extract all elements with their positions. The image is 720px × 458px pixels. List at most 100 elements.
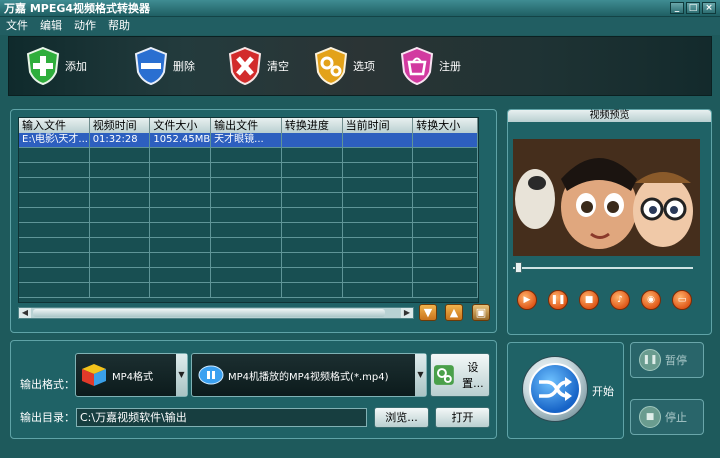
profile-icon: [198, 365, 224, 385]
chevron-down-icon[interactable]: ▼: [415, 354, 426, 396]
empty-cell: [150, 283, 212, 297]
scroll-left-icon[interactable]: ◀: [19, 308, 31, 318]
pause-button[interactable]: ❚❚ 暂停: [630, 342, 704, 378]
empty-cell: [150, 268, 212, 282]
empty-cell: [282, 148, 343, 162]
settings-label: 设置...: [462, 361, 484, 390]
empty-cell: [413, 208, 478, 222]
maximize-button[interactable]: □: [686, 2, 700, 14]
cell-current-time: [343, 133, 414, 147]
table-header: 输入文件 视频时间 文件大小 输出文件 转换进度 当前时间 转换大小: [19, 118, 478, 133]
empty-cell: [343, 178, 414, 192]
empty-cell: [282, 178, 343, 192]
format-select[interactable]: MP4格式 ▼: [75, 353, 188, 397]
col-input-file[interactable]: 输入文件: [19, 118, 90, 133]
pause-icon[interactable]: ❚❚: [548, 290, 568, 310]
seek-track[interactable]: [513, 267, 693, 269]
minimize-button[interactable]: _: [670, 2, 684, 14]
col-video-time[interactable]: 视频时间: [90, 118, 151, 133]
volume-icon[interactable]: ♪: [610, 290, 630, 310]
col-progress[interactable]: 转换进度: [282, 118, 343, 133]
scroll-thumb[interactable]: [33, 309, 385, 317]
options-label: 选项: [353, 60, 375, 73]
empty-table-row: [19, 283, 478, 298]
chevron-down-icon[interactable]: ▼: [176, 354, 187, 396]
empty-cell: [150, 238, 212, 252]
empty-cell: [90, 208, 151, 222]
table-row[interactable]: E:\电影\天才... 01:32:28 1052.45MB 天才眼镜...: [19, 133, 478, 148]
play-icon[interactable]: ▶: [517, 290, 537, 310]
empty-cell: [19, 268, 90, 282]
empty-cell: [211, 253, 282, 267]
start-button[interactable]: [522, 356, 588, 422]
empty-cell: [343, 253, 414, 267]
menu-file[interactable]: 文件: [6, 17, 28, 35]
move-up-button[interactable]: ▲: [445, 304, 463, 321]
menu-edit[interactable]: 编辑: [40, 17, 62, 35]
empty-cell: [211, 193, 282, 207]
stop-icon[interactable]: ■: [579, 290, 599, 310]
format-value: MP4格式: [112, 371, 154, 383]
add-button[interactable]: 添加: [25, 46, 133, 86]
empty-cell: [413, 238, 478, 252]
delete-button[interactable]: 删除: [133, 46, 227, 86]
options-button[interactable]: 选项: [313, 46, 399, 86]
col-converted-size[interactable]: 转换大小: [413, 118, 478, 133]
seek-handle[interactable]: [515, 262, 522, 273]
scroll-right-icon[interactable]: ▶: [401, 308, 413, 318]
settings-button[interactable]: 设置...: [430, 353, 490, 397]
empty-cell: [343, 163, 414, 177]
cell-output-file: 天才眼镜...: [211, 133, 282, 147]
clear-shield-icon: [228, 46, 262, 86]
empty-cell: [413, 283, 478, 297]
file-list-panel: 输入文件 视频时间 文件大小 输出文件 转换进度 当前时间 转换大小 E:\电影…: [10, 109, 497, 333]
register-button[interactable]: 注册: [399, 46, 489, 86]
profile-select[interactable]: MP4机播放的MP4视频格式(*.mp4) ▼: [191, 353, 427, 397]
empty-cell: [150, 193, 212, 207]
empty-cell: [282, 253, 343, 267]
clear-button[interactable]: 清空: [227, 46, 313, 86]
empty-cell: [19, 238, 90, 252]
empty-cell: [90, 253, 151, 267]
empty-cell: [413, 268, 478, 282]
preview-panel: 视频预览 ▶ ❚❚ ■ ♪ ◉ ▭: [507, 109, 712, 335]
empty-cell: [150, 208, 212, 222]
menu-action[interactable]: 动作: [74, 17, 96, 35]
open-button[interactable]: 打开: [435, 407, 490, 428]
empty-cell: [211, 268, 282, 282]
remove-shield-icon: [134, 46, 168, 86]
menu-help[interactable]: 帮助: [108, 17, 130, 35]
browse-button[interactable]: 浏览...: [374, 407, 429, 428]
col-output-file[interactable]: 输出文件: [211, 118, 282, 133]
stop-button[interactable]: ■ 停止: [630, 399, 704, 435]
horizontal-scrollbar[interactable]: ◀ ▶: [18, 307, 414, 319]
close-button[interactable]: ×: [702, 2, 716, 14]
empty-cell: [282, 163, 343, 177]
empty-cell: [90, 268, 151, 282]
empty-cell: [150, 178, 212, 192]
open-file-button[interactable]: ▣: [472, 304, 490, 321]
col-current-time[interactable]: 当前时间: [343, 118, 414, 133]
empty-cell: [343, 208, 414, 222]
empty-table-row: [19, 253, 478, 268]
add-shield-icon: [26, 46, 60, 86]
empty-cell: [90, 163, 151, 177]
stop-circle-icon: ■: [639, 406, 661, 428]
empty-table-row: [19, 238, 478, 253]
clear-label: 清空: [267, 60, 289, 73]
snapshot-icon[interactable]: ◉: [641, 290, 661, 310]
empty-cell: [211, 238, 282, 252]
move-down-button[interactable]: ▼: [419, 304, 437, 321]
empty-cell: [343, 238, 414, 252]
empty-table-row: [19, 193, 478, 208]
empty-cell: [413, 148, 478, 162]
folder-open-icon[interactable]: ▭: [672, 290, 692, 310]
empty-table-row: [19, 208, 478, 223]
profile-value: MP4机播放的MP4视频格式(*.mp4): [228, 371, 389, 383]
output-dir-field[interactable]: C:\万嘉视频软件\输出: [76, 408, 367, 427]
empty-table-row: [19, 268, 478, 283]
col-file-size[interactable]: 文件大小: [150, 118, 212, 133]
register-shield-icon: [400, 46, 434, 86]
empty-cell: [413, 193, 478, 207]
empty-cell: [90, 193, 151, 207]
